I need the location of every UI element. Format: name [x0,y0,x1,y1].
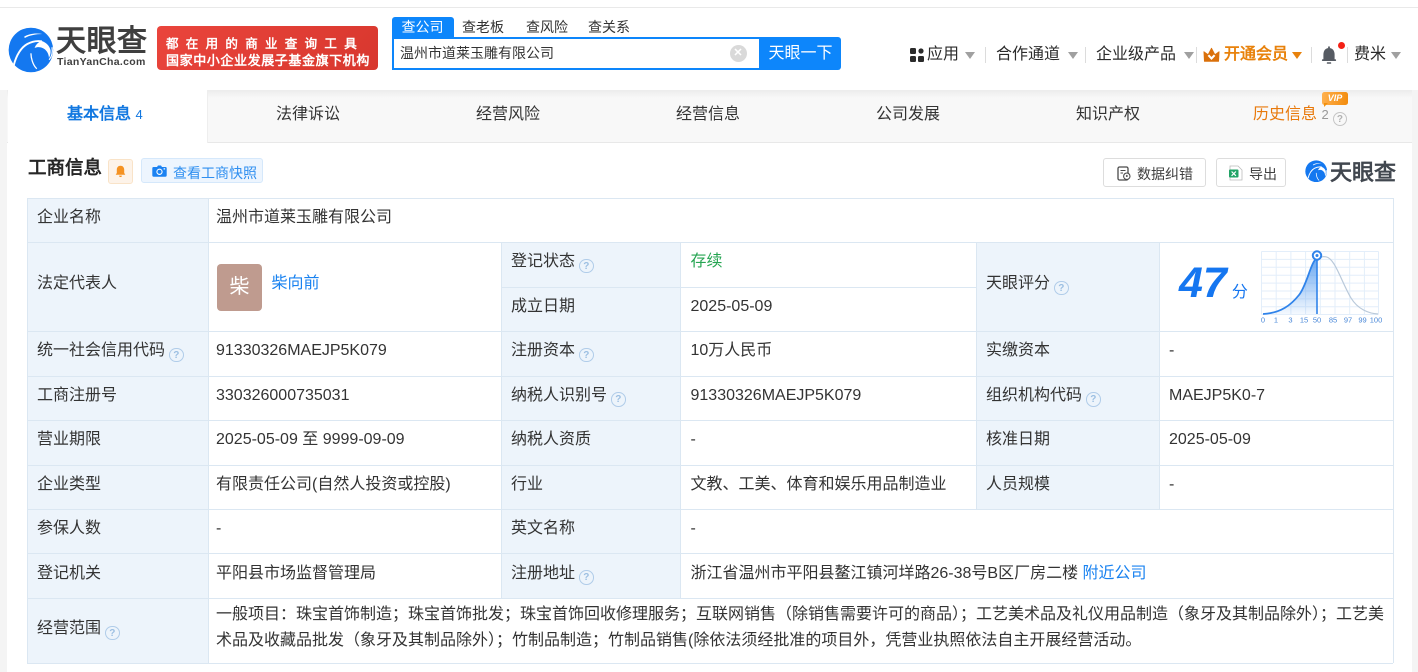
svg-text:100: 100 [1370,316,1383,325]
svg-text:3: 3 [1288,316,1292,325]
svg-text:99: 99 [1358,316,1366,325]
svg-text:15: 15 [1300,316,1308,325]
svg-text:50: 50 [1313,316,1321,325]
svg-text:97: 97 [1344,316,1352,325]
svg-text:1: 1 [1274,316,1278,325]
svg-text:85: 85 [1329,316,1337,325]
svg-text:0: 0 [1261,316,1265,325]
